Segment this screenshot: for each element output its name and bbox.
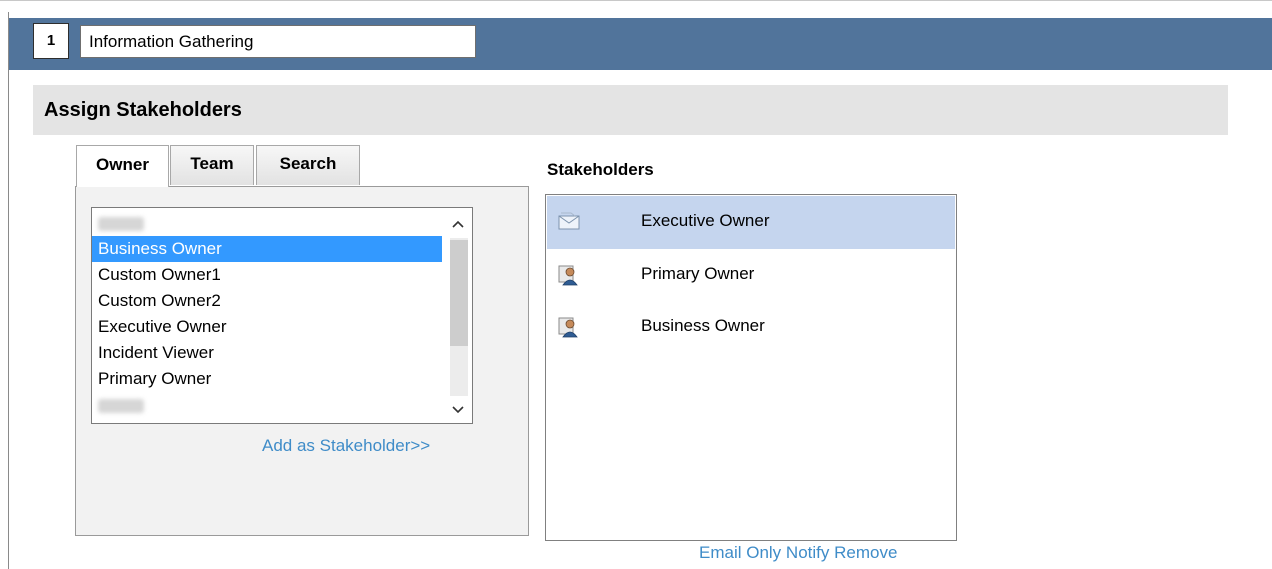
owner-list-item[interactable]: Custom Owner1 (92, 262, 442, 288)
stakeholder-row[interactable]: Business Owner (547, 301, 955, 354)
owner-list-item-redacted[interactable] (92, 392, 442, 418)
add-as-stakeholder-link[interactable]: Add as Stakeholder>> (262, 436, 430, 456)
stakeholder-actions: Email Only Notify Remove (699, 543, 897, 563)
window-frame-top (0, 0, 1272, 10)
user-card-icon (557, 315, 581, 339)
owner-list-item[interactable]: Incident Viewer (92, 340, 442, 366)
stakeholder-name: Primary Owner (641, 264, 755, 283)
stakeholder-name: Executive Owner (641, 211, 770, 230)
user-card-icon (557, 263, 581, 287)
owner-list-item[interactable]: Executive Owner (92, 314, 442, 340)
owner-list-item[interactable]: Business Owner (92, 236, 442, 262)
owner-list-item[interactable]: Custom Owner2 (92, 288, 442, 314)
owner-listbox[interactable]: Business Owner Custom Owner1 Custom Owne… (91, 207, 473, 424)
section-title: Assign Stakeholders (33, 85, 1228, 135)
stakeholders-list: Executive Owner Primary Owner Business O… (545, 194, 957, 541)
owner-list-item[interactable]: Primary Owner (92, 366, 442, 392)
scroll-down-arrow-icon[interactable] (444, 397, 472, 423)
stakeholders-heading: Stakeholders (547, 160, 654, 179)
redacted-text (98, 216, 144, 231)
stakeholder-row[interactable]: Primary Owner (547, 249, 955, 302)
listbox-scrollbar[interactable] (444, 208, 472, 423)
window-frame-left (8, 12, 9, 569)
scroll-track[interactable] (450, 238, 468, 396)
envelope-icon (557, 210, 581, 234)
stakeholder-name: Business Owner (641, 316, 765, 335)
stakeholder-row[interactable]: Executive Owner (547, 196, 955, 249)
step-title-field[interactable]: Information Gathering (80, 25, 476, 58)
owner-list: Business Owner Custom Owner1 Custom Owne… (92, 210, 442, 418)
owner-list-item-redacted[interactable] (92, 210, 442, 236)
scroll-thumb[interactable] (450, 240, 468, 346)
tab-search[interactable]: Search (256, 145, 360, 185)
step-number: 1 (33, 23, 69, 59)
redacted-text (98, 398, 144, 413)
email-only-link[interactable]: Email Only (699, 543, 781, 562)
notify-link[interactable]: Notify (786, 543, 829, 562)
scroll-up-arrow-icon[interactable] (444, 211, 472, 237)
tab-team[interactable]: Team (170, 145, 254, 185)
remove-link[interactable]: Remove (834, 543, 897, 562)
tab-owner[interactable]: Owner (76, 145, 169, 187)
